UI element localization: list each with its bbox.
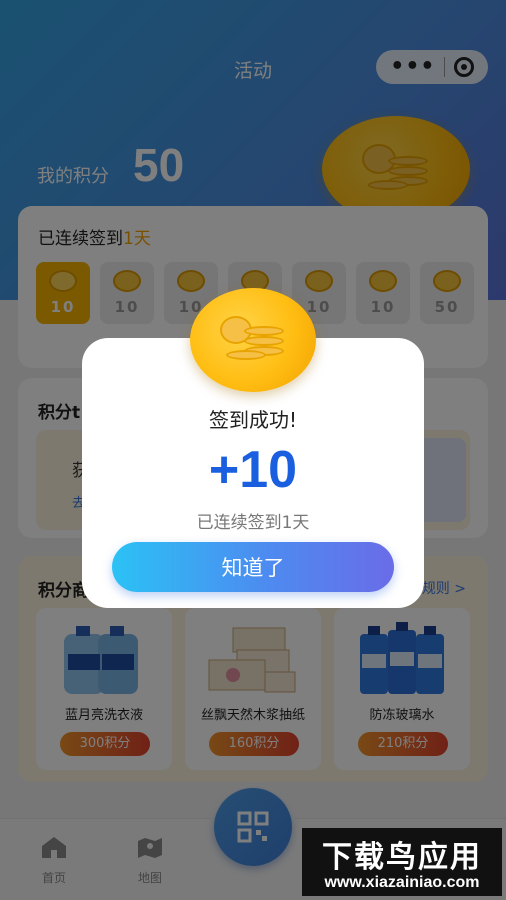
modal-points-added: +10 — [208, 441, 298, 499]
watermark: 下载鸟应用 www.xiazainiao.com — [302, 828, 502, 896]
watermark-main: 下载鸟应用 — [322, 840, 482, 875]
modal-subtitle: 已连续签到1天 — [196, 513, 310, 533]
modal-title: 签到成功! — [208, 408, 298, 432]
coin-stack-icon — [190, 288, 316, 392]
watermark-url: www.xiazainiao.com — [324, 874, 480, 891]
got-it-button[interactable]: 知道了 — [112, 542, 394, 592]
